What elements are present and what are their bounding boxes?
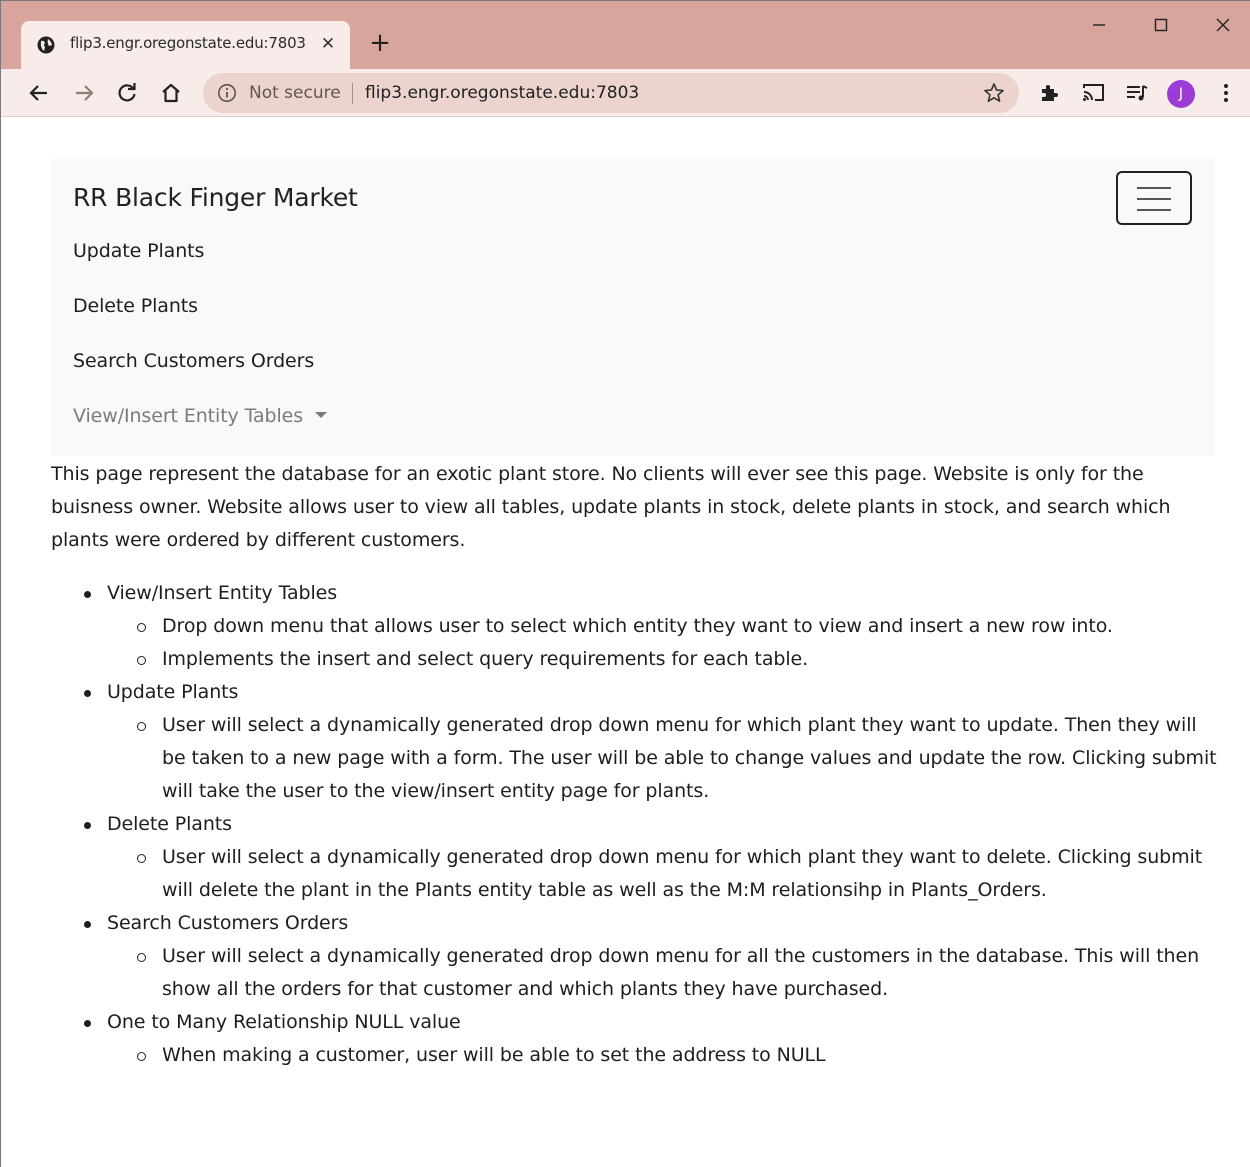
feature-item: Delete Plants bbox=[51, 808, 1221, 841]
caret-down-icon bbox=[315, 412, 328, 418]
cast-icon bbox=[1083, 84, 1104, 101]
nav-link-search-customers-orders[interactable]: Search Customers Orders bbox=[73, 350, 314, 372]
divider bbox=[352, 83, 353, 104]
feature-detail: User will select a dynamically generated… bbox=[51, 841, 1221, 907]
feature-detail: User will select a dynamically generated… bbox=[51, 940, 1221, 1006]
tab-title: flip3.engr.oregonstate.edu:7803 bbox=[70, 34, 306, 52]
feature-item: Update Plants bbox=[51, 676, 1221, 709]
cast-button[interactable] bbox=[1078, 77, 1110, 109]
back-button[interactable] bbox=[23, 77, 55, 109]
menu-button[interactable] bbox=[1210, 77, 1242, 109]
browser-tab[interactable]: flip3.engr.oregonstate.edu:7803 ✕ bbox=[21, 21, 350, 69]
feature-item: View/Insert Entity Tables bbox=[51, 577, 1221, 610]
home-icon bbox=[162, 83, 180, 103]
maximize-icon bbox=[1154, 18, 1168, 32]
maximize-button[interactable] bbox=[1146, 15, 1176, 39]
extensions-button[interactable] bbox=[1033, 77, 1065, 109]
address-bar[interactable]: Not secure flip3.engr.oregonstate.edu:78… bbox=[203, 73, 1019, 113]
minimize-button[interactable] bbox=[1084, 15, 1114, 39]
profile-avatar[interactable]: J bbox=[1167, 80, 1195, 108]
feature-item: One to Many Relationship NULL value bbox=[51, 1006, 1221, 1039]
security-status[interactable]: Not secure bbox=[249, 83, 341, 103]
forward-button[interactable] bbox=[68, 77, 100, 109]
playlist-icon bbox=[1127, 85, 1148, 101]
minimize-icon bbox=[1093, 24, 1105, 26]
nav-dropdown-label: View/Insert Entity Tables bbox=[73, 405, 304, 427]
arrow-left-icon bbox=[29, 85, 47, 101]
info-icon[interactable] bbox=[217, 83, 237, 103]
feature-detail: Implements the insert and select query r… bbox=[51, 643, 1221, 676]
intro-paragraph: This page represent the database for an … bbox=[51, 463, 1171, 551]
feature-title: Update Plants bbox=[107, 681, 239, 703]
feature-title: Delete Plants bbox=[107, 813, 232, 835]
navbar-toggle-button[interactable] bbox=[1116, 171, 1192, 225]
hamburger-icon bbox=[1137, 187, 1171, 189]
feature-detail: When making a customer, user will be abl… bbox=[51, 1039, 1221, 1072]
window-close-button[interactable] bbox=[1208, 15, 1238, 39]
nav-link-delete-plants[interactable]: Delete Plants bbox=[73, 295, 198, 317]
close-icon[interactable]: ✕ bbox=[318, 34, 338, 54]
hamburger-icon bbox=[1137, 198, 1171, 200]
nav-dropdown-entity-tables[interactable]: View/Insert Entity Tables bbox=[73, 405, 328, 427]
puzzle-icon bbox=[1042, 85, 1058, 101]
more-vertical-icon bbox=[1224, 84, 1228, 102]
home-button[interactable] bbox=[155, 77, 187, 109]
site-brand[interactable]: RR Black Finger Market bbox=[73, 183, 358, 212]
new-tab-button[interactable]: + bbox=[368, 30, 392, 56]
nav-link-update-plants[interactable]: Update Plants bbox=[73, 240, 204, 262]
feature-detail: User will select a dynamically generated… bbox=[51, 709, 1221, 808]
globe-icon bbox=[37, 36, 55, 54]
close-icon bbox=[1216, 18, 1230, 32]
arrow-right-icon bbox=[76, 85, 94, 101]
tab-strip: flip3.engr.oregonstate.edu:7803 ✕ + bbox=[1, 1, 1250, 69]
feature-detail: Drop down menu that allows user to selec… bbox=[51, 610, 1221, 643]
url-text[interactable]: flip3.engr.oregonstate.edu:7803 bbox=[365, 83, 639, 103]
feature-title: One to Many Relationship NULL value bbox=[107, 1011, 461, 1033]
feature-list: View/Insert Entity Tables Drop down menu… bbox=[51, 577, 1221, 1072]
site-navbar: RR Black Finger Market Update Plants Del… bbox=[51, 159, 1215, 456]
feature-title: Search Customers Orders bbox=[107, 912, 349, 934]
hamburger-icon bbox=[1137, 209, 1171, 211]
star-icon[interactable] bbox=[983, 82, 1005, 104]
feature-item: Search Customers Orders bbox=[51, 907, 1221, 940]
media-controls-button[interactable] bbox=[1121, 77, 1153, 109]
feature-title: View/Insert Entity Tables bbox=[107, 582, 338, 604]
reload-button[interactable] bbox=[111, 77, 143, 109]
browser-window: flip3.engr.oregonstate.edu:7803 ✕ + Not … bbox=[0, 0, 1250, 1167]
browser-toolbar: Not secure flip3.engr.oregonstate.edu:78… bbox=[1, 69, 1250, 117]
reload-icon bbox=[118, 83, 136, 102]
